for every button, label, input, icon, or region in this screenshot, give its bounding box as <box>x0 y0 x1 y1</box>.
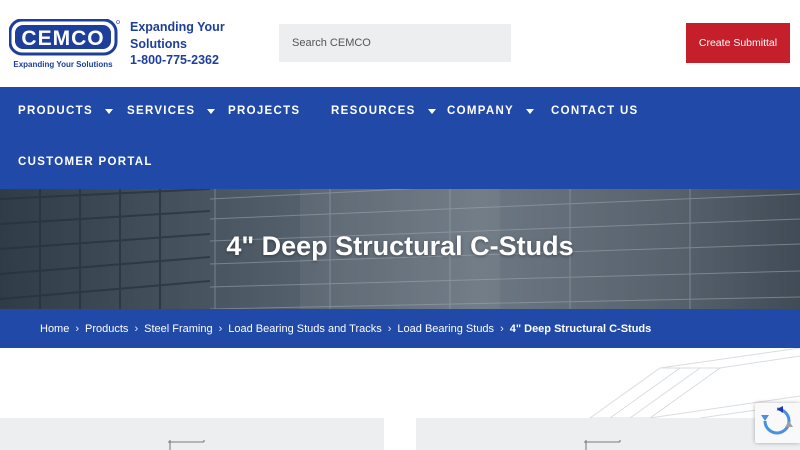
caret-down-icon <box>207 108 216 114</box>
breadcrumb-load-bearing-studs-and-tracks[interactable]: Load Bearing Studs and Tracks <box>228 323 381 335</box>
create-submittal-button[interactable]: Create Submittal <box>686 23 790 63</box>
caret-down-icon <box>427 108 436 114</box>
logo-tagline: Expanding Your Solutions <box>13 60 113 69</box>
breadcrumb-steel-framing[interactable]: Steel Framing <box>144 323 212 335</box>
nav-item-label: COMPANY <box>447 105 515 117</box>
breadcrumb-home[interactable]: Home <box>40 323 69 335</box>
breadcrumb: Home › Products › Steel Framing › Load B… <box>0 309 800 348</box>
breadcrumb-separator: › <box>134 322 139 335</box>
tagline-line-1: Expanding Your <box>130 20 225 34</box>
product-card[interactable] <box>0 418 384 450</box>
breadcrumb-separator: › <box>218 322 223 335</box>
site-header: CEMCO Expanding Your Solutions Expanding… <box>0 0 800 87</box>
breadcrumb-products[interactable]: Products <box>85 323 128 335</box>
logo-wordmark: CEMCO <box>21 27 104 50</box>
phone-link[interactable]: 1-800-775-2362 <box>130 52 225 69</box>
nav-item-contact-us[interactable]: CONTACT US <box>551 105 639 117</box>
product-content <box>0 348 800 450</box>
nav-item-resources[interactable]: RESOURCES <box>331 105 436 117</box>
breadcrumb-separator: › <box>75 322 80 335</box>
nav-item-label: PROJECTS <box>228 105 301 117</box>
header-tagline: Expanding Your Solutions 1-800-775-2362 <box>130 19 225 69</box>
tagline-line-2: Solutions <box>130 36 187 51</box>
nav-item-projects[interactable]: PROJECTS <box>228 105 300 117</box>
nav-item-label: CONTACT US <box>551 105 639 117</box>
nav-item-services[interactable]: SERVICES <box>127 105 216 117</box>
breadcrumb-separator: › <box>500 322 504 335</box>
main-nav: PRODUCTS SERVICES PROJECTS RESOURCES COM… <box>0 87 800 189</box>
product-card[interactable] <box>416 418 800 450</box>
nav-item-label: SERVICES <box>127 105 196 117</box>
breadcrumb-separator: › <box>387 322 392 335</box>
recaptcha-badge[interactable] <box>755 403 800 443</box>
nav-item-customer-portal[interactable]: CUSTOMER PORTAL <box>18 156 153 168</box>
stud-profile-drawing <box>584 440 621 450</box>
caret-down-icon <box>526 108 535 114</box>
caret-down-icon <box>104 108 113 114</box>
nav-item-label: PRODUCTS <box>18 105 93 117</box>
nav-item-label: CUSTOMER PORTAL <box>18 156 153 168</box>
nav-item-company[interactable]: COMPANY <box>447 105 535 117</box>
nav-item-products[interactable]: PRODUCTS <box>18 105 113 117</box>
cemco-logo[interactable]: CEMCO Expanding Your Solutions <box>8 18 121 71</box>
breadcrumb-current: 4" Deep Structural C-Studs <box>509 322 652 335</box>
nav-item-label: RESOURCES <box>331 105 416 117</box>
cemco-logo-image: CEMCO Expanding Your Solutions <box>8 18 120 69</box>
hero-banner: 4" Deep Structural C-Studs <box>0 189 800 309</box>
breadcrumb-load-bearing-studs[interactable]: Load Bearing Studs <box>397 323 494 335</box>
stud-profile-drawing <box>168 440 205 450</box>
recaptcha-icon <box>761 406 793 435</box>
page-title: 4" Deep Structural C-Studs <box>226 231 574 261</box>
search-input[interactable] <box>279 24 511 62</box>
